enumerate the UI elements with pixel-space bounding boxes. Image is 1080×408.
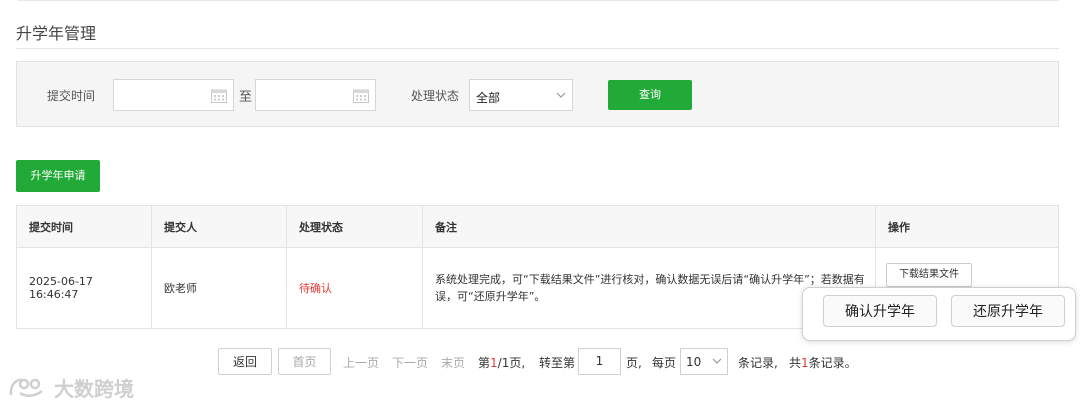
status-select-value: 全部 [476, 91, 501, 105]
status-label: 处理状态 [411, 89, 460, 103]
records-suffix: 条记录, [738, 356, 778, 370]
confirm-promotion-button[interactable]: 确认升学年 [823, 295, 937, 327]
status-select[interactable]: 全部 [469, 79, 573, 111]
download-result-button[interactable]: 下载结果文件 [886, 263, 972, 287]
per-page-prefix: 每页 [652, 356, 677, 370]
end-date-input[interactable] [255, 79, 376, 111]
total-count: 1 [801, 356, 809, 370]
chevron-down-icon [556, 92, 566, 98]
filter-panel: 提交时间 至 处理状态 全部 查询 [16, 61, 1059, 127]
apply-promotion-button[interactable]: 升学年申请 [16, 160, 100, 192]
start-date-input[interactable] [113, 79, 234, 111]
goto-page-input[interactable]: 1 [578, 348, 621, 375]
per-page-value: 10 [686, 355, 702, 369]
chevron-down-icon [712, 358, 722, 364]
column-header-action: 操作 [875, 205, 1059, 248]
watermark: 大数跨境 [8, 372, 134, 402]
watermark-logo-icon [9, 378, 43, 397]
per-page-select[interactable]: 10 [680, 348, 728, 375]
range-separator: 至 [239, 90, 253, 105]
table-header-row: 提交时间 提交人 处理状态 备注 操作 [16, 205, 1059, 248]
restore-promotion-button[interactable]: 还原升学年 [951, 295, 1065, 327]
cell-submit-time: 2025-06-17 16:46:47 [16, 247, 152, 329]
column-header-status: 处理状态 [286, 205, 423, 248]
total-suffix: 条记录。 [808, 356, 857, 370]
action-popup: 确认升学年 还原升学年 [802, 287, 1076, 341]
current-page: 1 [490, 356, 498, 370]
page-prefix: 第 [478, 356, 491, 370]
goto-prefix: 转至第 [539, 356, 576, 370]
goto-suffix: 页, [626, 356, 642, 370]
pagination: 返回 首页 上一页 下一页 末页 第1/1页, 转至第 1 页, 每页 10 条… [0, 348, 1080, 376]
query-button[interactable]: 查询 [608, 80, 692, 110]
calendar-icon [211, 89, 227, 103]
page-title: 升学年管理 [16, 24, 97, 43]
total-prefix: 共 [789, 356, 802, 370]
cell-submitter: 欧老师 [151, 247, 287, 329]
top-divider [18, 0, 1059, 1]
watermark-text: 大数跨境 [54, 376, 134, 401]
column-header-note: 备注 [422, 205, 876, 248]
last-page-link[interactable]: 末页 [441, 354, 465, 371]
prev-page-link[interactable]: 上一页 [343, 354, 379, 371]
total-records: 共1条记录。 [789, 354, 857, 371]
back-button[interactable]: 返回 [218, 348, 272, 375]
cell-status: 待确认 [286, 247, 423, 329]
column-header-submitter: 提交人 [151, 205, 287, 248]
submit-time-label: 提交时间 [47, 89, 96, 103]
column-header-submit-time: 提交时间 [16, 205, 152, 248]
page-indicator: 第1/1页, [478, 354, 525, 371]
calendar-icon [353, 89, 369, 103]
title-divider [16, 48, 1059, 49]
next-page-link[interactable]: 下一页 [392, 354, 428, 371]
page-suffix: 页, [509, 356, 526, 370]
first-page-button[interactable]: 首页 [278, 348, 331, 375]
